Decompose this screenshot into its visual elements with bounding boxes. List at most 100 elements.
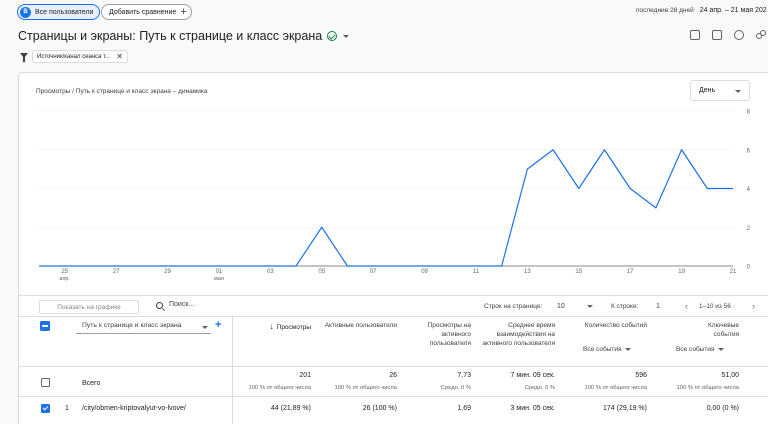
row-engagement-time: 3 мин. 05 сек. <box>510 405 555 412</box>
total-row: Всего 201 100 % от общего числа 26 100 %… <box>19 367 768 397</box>
data-point <box>373 265 374 266</box>
data-point <box>244 265 245 266</box>
chevron-down-icon <box>625 347 632 351</box>
x-tick-label: 11 <box>473 269 480 275</box>
total-active-users: 26 <box>389 372 397 379</box>
rows-per-page-select[interactable]: 10 <box>557 303 565 310</box>
event-count-filter[interactable]: Все события <box>583 346 632 353</box>
plus-icon: + <box>180 5 187 18</box>
x-tick-label: 05 <box>318 269 325 275</box>
data-point <box>295 265 296 266</box>
data-point <box>578 188 579 189</box>
date-range-picker[interactable]: последние 28 дней 24 апр. – 21 мая 202 <box>636 7 767 14</box>
x-tick-label: 25 <box>61 269 68 275</box>
x-tick-label: 03 <box>267 269 274 275</box>
row-checkbox[interactable] <box>41 404 50 413</box>
y-tick-label: 6 <box>747 148 751 154</box>
x-tick-month-label: мая <box>214 276 224 282</box>
share-icon[interactable] <box>756 30 766 40</box>
select-all-checkbox[interactable] <box>40 321 50 331</box>
data-point <box>38 265 39 266</box>
key-events-filter[interactable]: Все события <box>676 346 725 353</box>
total-event-count-sub: 100 % от общего числа <box>584 385 647 391</box>
x-tick-label: 09 <box>421 269 428 275</box>
prev-page-icon[interactable]: ‹ <box>685 301 688 311</box>
x-tick-label: 27 <box>113 269 120 275</box>
total-key-events-sub: 100 % от общего числа <box>676 385 739 391</box>
column-header-views-per-user[interactable]: Просмотры на активного пользователя <box>403 322 471 348</box>
compare-icon[interactable] <box>712 30 722 40</box>
data-point <box>64 265 65 266</box>
total-views-per-user-sub: Средн. 0 % <box>440 385 471 391</box>
table-header: Путь к странице и класс экрана + ↓ Просмо… <box>19 317 768 424</box>
dimension-select[interactable]: Путь к странице и класс экрана <box>76 322 211 334</box>
total-views: 201 <box>299 372 311 379</box>
total-engagement-time: 7 мин. 09 сек. <box>510 372 555 379</box>
close-icon[interactable]: ✕ <box>116 52 123 61</box>
page-title: Страницы и экраны: Путь к странице и кла… <box>18 29 323 43</box>
search-input[interactable] <box>169 301 289 308</box>
x-tick-label: 17 <box>627 269 634 275</box>
to-row-input[interactable]: 1 <box>656 303 660 310</box>
data-point <box>270 265 271 266</box>
add-comparison-label: Добавить сравнение <box>109 8 177 16</box>
data-point <box>90 265 91 266</box>
row-views: 44 (21,89 %) <box>270 405 311 412</box>
column-header-views[interactable]: ↓ Просмотры <box>238 322 311 333</box>
row-active-users: 26 (100 %) <box>362 405 397 412</box>
table-toolbar: Показать на графике Строк на странице: 1… <box>19 295 768 317</box>
edit-report-icon[interactable] <box>690 30 700 40</box>
key-event-filter-label: Все события <box>676 346 715 353</box>
row-event-count: 174 (29,19 %) <box>603 405 647 412</box>
comparison-badge: B <box>20 6 31 18</box>
column-header-event-count[interactable]: Количество событий <box>581 322 647 331</box>
comparison-label: Все пользователи <box>35 8 94 16</box>
insights-icon[interactable] <box>734 30 744 40</box>
report-card: Просмотры / Путь к странице и класс экра… <box>18 72 768 424</box>
add-dimension-icon[interactable]: + <box>215 319 221 331</box>
x-tick-label: 21 <box>730 269 737 275</box>
chevron-down-icon <box>718 347 725 351</box>
data-point <box>681 149 682 150</box>
table-row[interactable]: 1 /city/obmen-kriptovalyut-vo-lvove/ 44 … <box>19 397 768 417</box>
data-point <box>655 207 656 208</box>
total-views-per-user: 7,73 <box>457 372 471 379</box>
row-page-path[interactable]: /city/obmen-kriptovalyut-vo-lvove/ <box>82 405 186 412</box>
column-label: Просмотры <box>276 324 311 331</box>
add-comparison-button[interactable]: Добавить сравнение + <box>101 4 192 20</box>
search-icon <box>156 302 163 309</box>
x-tick-label: 15 <box>575 269 582 275</box>
data-point <box>604 149 605 150</box>
title-actions <box>690 30 768 40</box>
to-row-label: К строке: <box>611 303 639 310</box>
column-header-key-events[interactable]: Ключевые события <box>681 322 739 340</box>
x-tick-label: 01 <box>216 269 223 275</box>
data-point <box>347 265 348 266</box>
pagination-info: 1–10 из 56 <box>699 303 731 310</box>
next-page-icon[interactable]: › <box>752 301 755 311</box>
x-tick-label: 13 <box>524 269 531 275</box>
total-row-checkbox[interactable] <box>41 378 50 387</box>
event-filter-label: Все события <box>583 346 622 353</box>
total-engagement-time-sub: Средн. 0 % <box>524 385 555 391</box>
data-point <box>501 265 502 266</box>
x-tick-label: 07 <box>370 269 377 275</box>
rows-dropdown-icon[interactable] <box>587 305 593 308</box>
x-tick-label: 29 <box>164 269 171 275</box>
x-tick-label: 19 <box>678 269 685 275</box>
column-header-engagement-time[interactable]: Среднее время взаимодействия на активног… <box>481 322 555 348</box>
filter-chip[interactable]: Источник/канал сеанса т... ✕ <box>32 50 128 63</box>
title-dropdown-icon[interactable] <box>343 34 350 38</box>
total-views-sub: 100 % от общего числа <box>248 385 311 391</box>
column-header-active-users[interactable]: Активные пользователи <box>319 322 397 331</box>
total-label: Всего <box>82 380 101 387</box>
y-tick-label: 0 <box>747 265 751 271</box>
analytics-page: B Все пользователи Добавить сравнение + … <box>0 0 768 424</box>
row-views-per-user: 1,69 <box>457 405 471 412</box>
show-on-chart-button[interactable]: Показать на графике <box>39 300 139 314</box>
comparison-chip[interactable]: B Все пользователи <box>17 4 101 20</box>
data-point <box>193 265 194 266</box>
check-circle-icon <box>327 31 338 41</box>
y-tick-label: 8 <box>747 110 751 116</box>
total-key-events: 51,00 <box>721 372 739 379</box>
